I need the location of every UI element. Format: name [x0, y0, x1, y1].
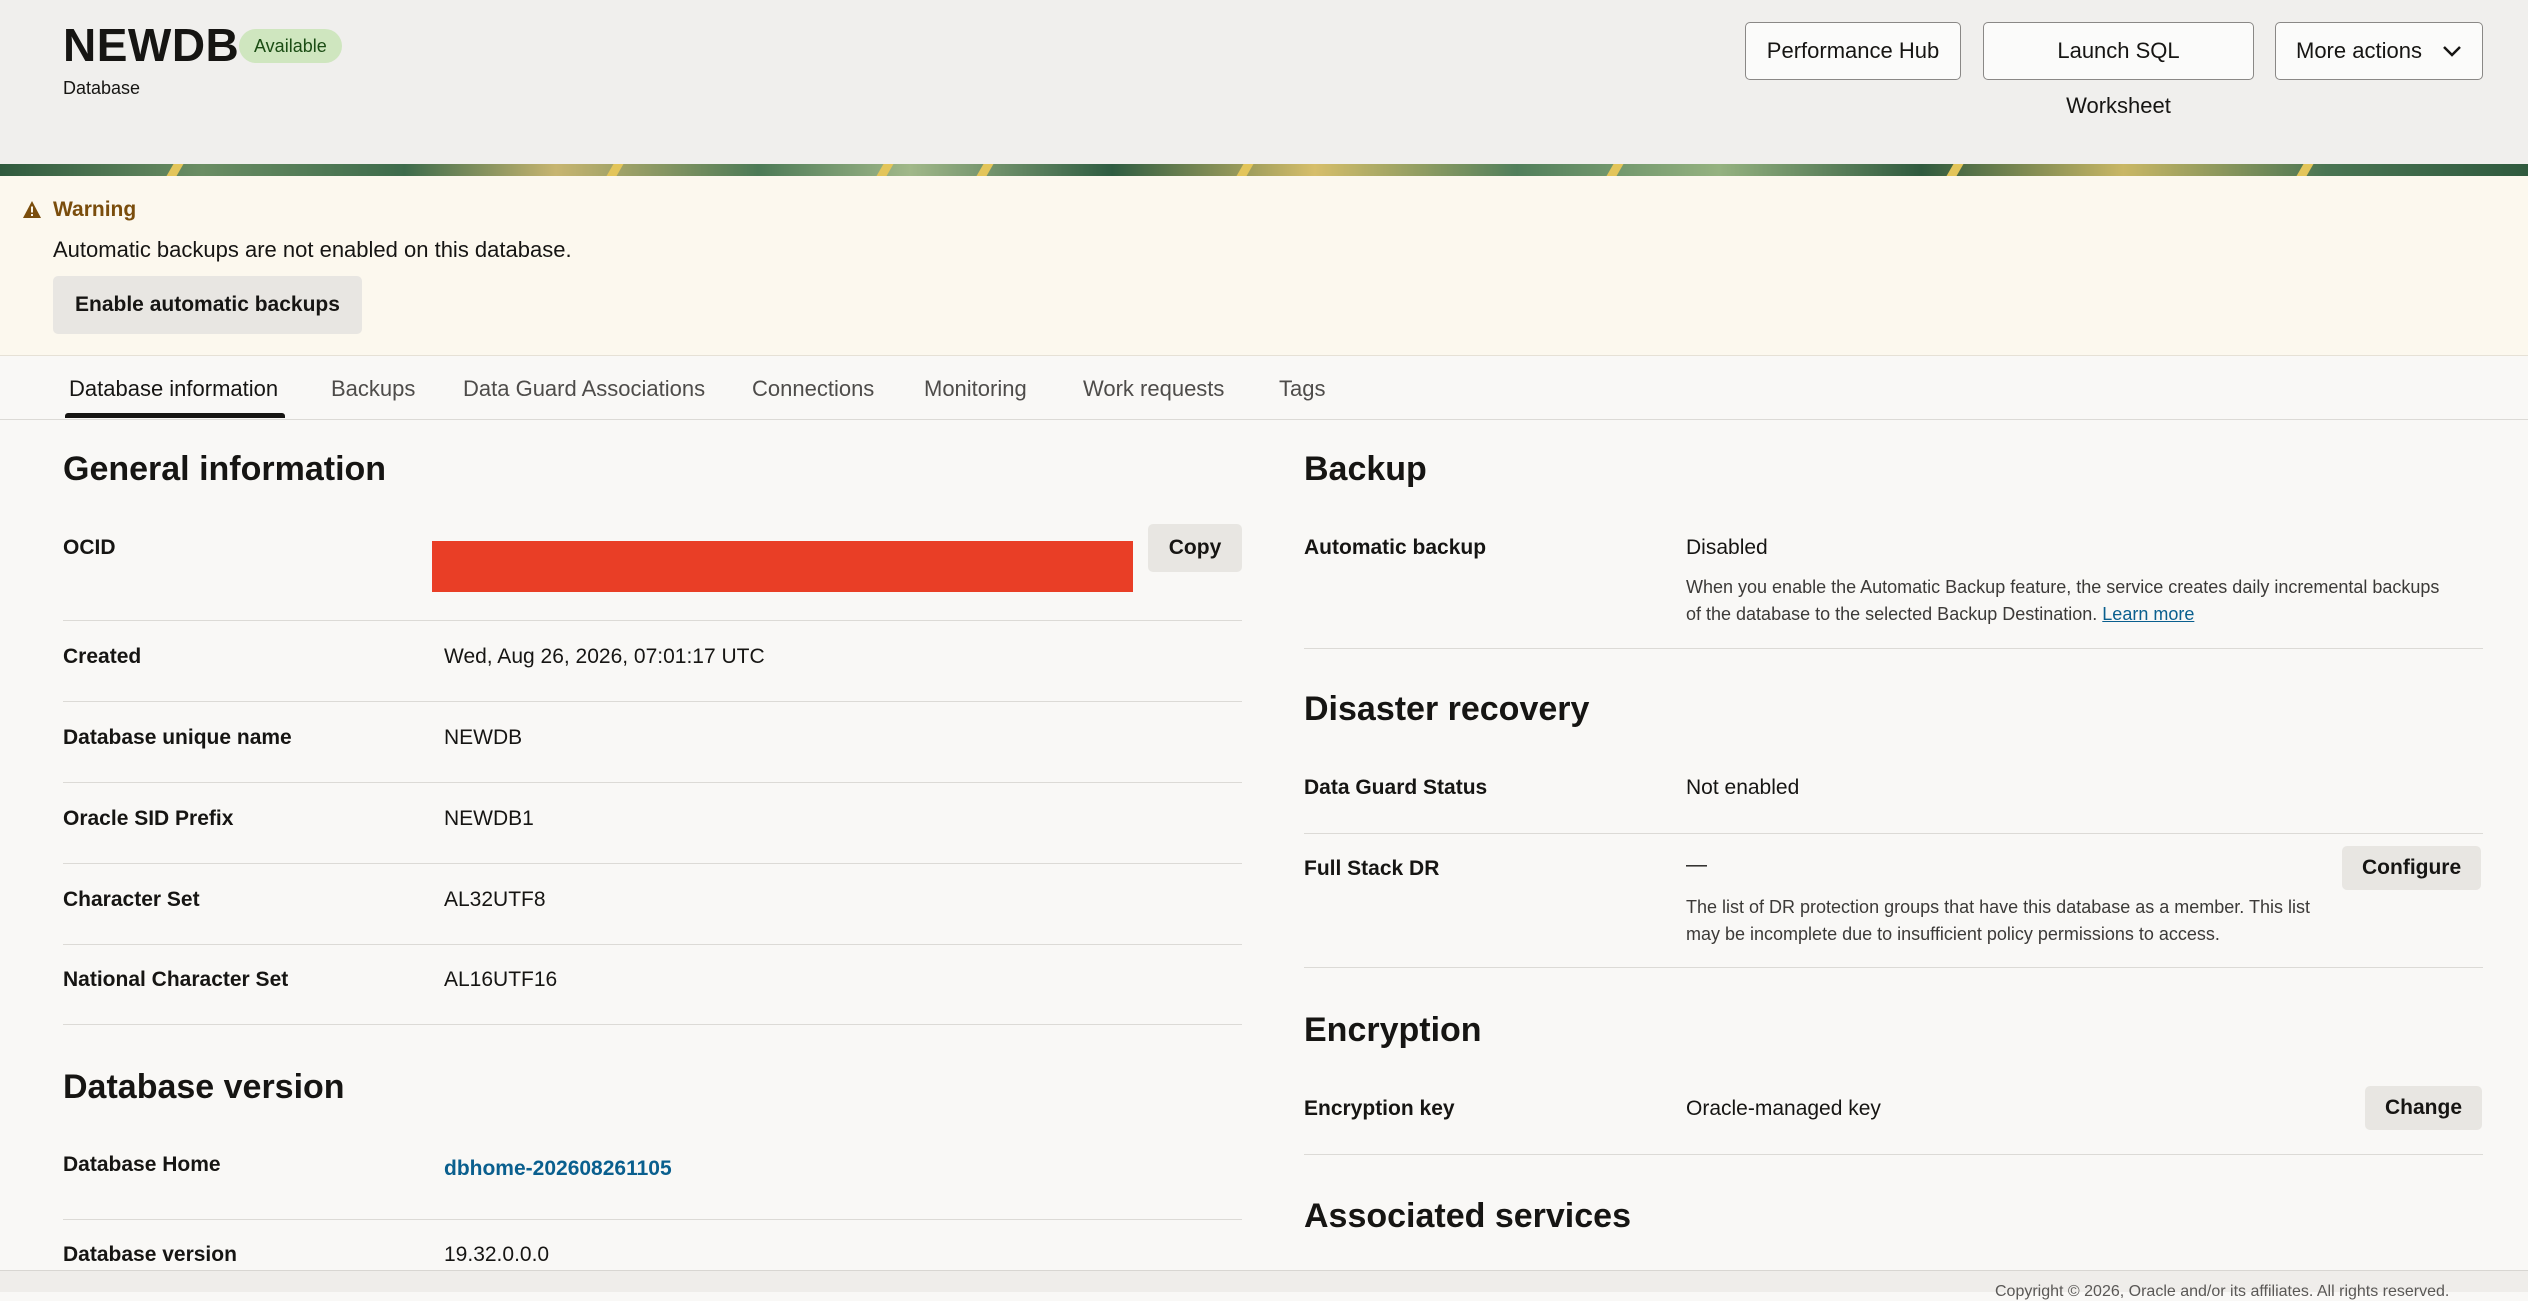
full-stack-dr-value: —	[1686, 853, 1707, 876]
sid-prefix-value: NEWDB1	[444, 807, 534, 830]
automatic-backup-description-line-2: of the database to the selected Backup D…	[1686, 601, 2486, 628]
full-stack-dr-description: The list of DR protection groups that ha…	[1686, 894, 2366, 948]
divider	[1304, 648, 2483, 649]
launch-sql-worksheet-button[interactable]: Launch SQL Worksheet	[1983, 22, 2254, 118]
tab-monitoring[interactable]: Monitoring	[924, 376, 1027, 402]
divider	[63, 620, 1242, 621]
encryption-key-label: Encryption key	[1304, 1097, 1455, 1120]
tab-database-information[interactable]: Database information	[69, 376, 278, 402]
more-actions-button[interactable]: More actions	[2275, 22, 2483, 80]
enable-automatic-backups-button[interactable]: Enable automatic backups	[53, 276, 362, 334]
learn-more-link[interactable]: Learn more	[2102, 604, 2194, 624]
warning-title: Warning	[53, 198, 137, 221]
database-version-value: 19.32.0.0.0	[444, 1243, 550, 1266]
tab-bar: Database information Backups Data Guard …	[0, 356, 2528, 420]
page-header: NEWDB Available Database Performance Hub…	[0, 0, 2528, 164]
ocid-value-redacted	[432, 541, 1133, 592]
tab-backups[interactable]: Backups	[331, 376, 415, 402]
copyright-text: Copyright © 2026, Oracle and/or its affi…	[1995, 1283, 2450, 1300]
encryption-key-value: Oracle-managed key	[1686, 1097, 1881, 1120]
configure-button[interactable]: Configure	[2342, 846, 2482, 890]
divider	[1304, 1154, 2483, 1155]
data-guard-status-label: Data Guard Status	[1304, 776, 1488, 799]
automatic-backup-label: Automatic backup	[1304, 536, 1487, 559]
divider	[63, 701, 1242, 702]
full-stack-dr-label: Full Stack DR	[1304, 857, 1440, 880]
unique-name-value: NEWDB	[444, 726, 523, 749]
header-decorative-banner	[0, 164, 2528, 176]
general-information-heading: General information	[63, 450, 387, 488]
national-character-set-label: National Character Set	[63, 968, 289, 991]
full-stack-dr-description-line-1: The list of DR protection groups that ha…	[1686, 897, 2310, 917]
automatic-backup-description-line-1: When you enable the Automatic Backup fea…	[1686, 577, 2440, 597]
more-actions-label: More actions	[2296, 38, 2422, 63]
divider	[63, 863, 1242, 864]
backup-heading: Backup	[1304, 450, 1427, 488]
unique-name-label: Database unique name	[63, 726, 292, 749]
resource-type-label: Database	[63, 78, 141, 98]
automatic-backup-description-line-2-text: of the database to the selected Backup D…	[1686, 604, 2098, 624]
divider	[63, 944, 1242, 945]
page-title: NEWDB	[63, 19, 240, 71]
warning-panel: Warning Automatic backups are not enable…	[0, 176, 2528, 356]
created-label: Created	[63, 645, 142, 668]
tab-tags[interactable]: Tags	[1279, 376, 1325, 402]
automatic-backup-description: When you enable the Automatic Backup fea…	[1686, 574, 2486, 628]
database-home-link[interactable]: dbhome-202608261105	[444, 1157, 672, 1181]
status-badge: Available	[239, 29, 342, 63]
divider	[63, 1024, 1242, 1025]
performance-hub-button[interactable]: Performance Hub	[1745, 22, 1961, 80]
full-stack-dr-description-line-2: may be incomplete due to insufficient po…	[1686, 924, 2220, 944]
active-tab-indicator	[65, 413, 285, 418]
warning-icon	[23, 201, 41, 218]
divider	[1304, 967, 2483, 968]
page-footer: Copyright © 2026, Oracle and/or its affi…	[0, 1270, 2528, 1300]
character-set-value: AL32UTF8	[444, 888, 546, 911]
change-encryption-key-button[interactable]: Change	[2365, 1086, 2483, 1130]
data-guard-status-value: Not enabled	[1686, 776, 1800, 799]
divider	[63, 1219, 1242, 1220]
tab-work-requests[interactable]: Work requests	[1083, 376, 1224, 402]
database-version-label: Database version	[63, 1243, 237, 1266]
associated-services-heading: Associated services	[1304, 1197, 1631, 1235]
tab-data-guard-associations[interactable]: Data Guard Associations	[463, 376, 705, 402]
sid-prefix-label: Oracle SID Prefix	[63, 807, 234, 830]
database-home-label: Database Home	[63, 1153, 221, 1176]
divider	[1304, 833, 2483, 834]
copy-ocid-button[interactable]: Copy	[1148, 524, 1242, 572]
ocid-label: OCID	[63, 536, 116, 559]
divider	[63, 782, 1242, 783]
database-version-heading: Database version	[63, 1068, 345, 1106]
encryption-heading: Encryption	[1304, 1011, 1482, 1049]
character-set-label: Character Set	[63, 888, 200, 911]
disaster-recovery-heading: Disaster recovery	[1304, 690, 1590, 728]
chevron-down-icon	[2443, 46, 2461, 57]
created-value: Wed, Aug 26, 2026, 07:01:17 UTC	[444, 645, 765, 668]
tab-connections[interactable]: Connections	[752, 376, 874, 402]
national-character-set-value: AL16UTF16	[444, 968, 558, 991]
warning-message: Automatic backups are not enabled on thi…	[53, 237, 572, 262]
automatic-backup-value: Disabled	[1686, 536, 1768, 559]
